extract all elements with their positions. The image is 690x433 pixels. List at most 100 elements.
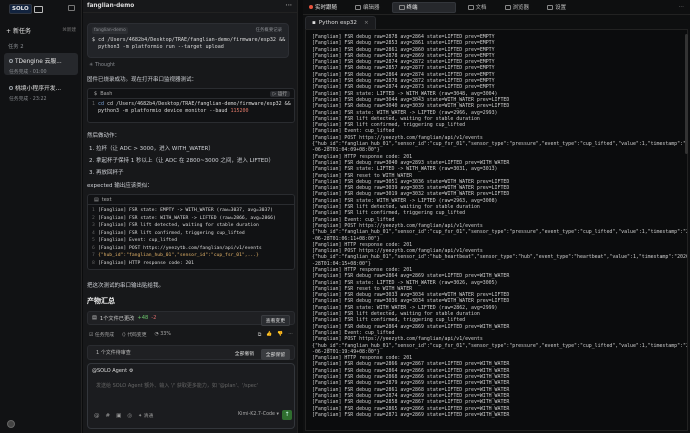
additions-count: +48 [137,315,149,321]
sidebar-toggle-icon[interactable] [68,5,75,11]
live-dot-icon [309,5,313,9]
brand-icon [33,5,43,13]
tab-terminal[interactable]: 终端 [391,1,456,13]
keep-all-button[interactable]: 全部保留 [260,349,290,360]
deletions-count: -2 [151,315,157,321]
plus-icon: + [6,27,13,35]
browser-icon [504,4,511,10]
tool-button[interactable]: ✦ 清通 [138,412,153,419]
message-command: $ cd /Users/4682b4/Desktop/TRAE/fanglian… [92,37,286,50]
tab-task-complete[interactable]: ☑ 任务完成 [89,331,114,338]
tab-live-follow[interactable]: 实时跟随 [303,2,343,13]
workspace-tabs: 实时跟随 编辑器 终端 文档 浏览器 设置 ⋯ [303,0,690,15]
tab-browser[interactable]: 浏览器 [499,2,536,13]
code-line: [Fanglian] POST https://yeezytb.com/fang… [98,245,262,251]
terminal-output[interactable]: [Fanglian] FSR debug raw=2878 avg=2864 s… [305,29,688,431]
task-item[interactable]: 桃境小程序开发... 任务完成 · 23:22 [4,80,78,102]
model-selector[interactable]: Kimi-K2.7-Code ▾ [238,412,279,417]
workspace-panel: 实时跟随 编辑器 终端 文档 浏览器 设置 ⋯ ▪ Python esp32 × [… [303,0,690,433]
task-title: TDengine 云服... [15,59,62,65]
docs-icon [467,4,474,10]
chat-panel: fanglian-demo ··· fanglian-demo 任务概要记录 $… [83,0,298,433]
discard-all-button[interactable]: 全部撤销 [231,349,258,358]
thumbs-up-icon[interactable]: 👍 [266,332,272,338]
message-tag: fanglian-demo [92,27,128,34]
code-line: [Fanglian] FSR lift detected, waiting fo… [98,223,259,228]
hash-icon[interactable]: # [106,413,111,419]
thumbs-down-icon[interactable]: 👎 [277,332,283,338]
pending-label: 1 个文件待审查 [96,350,131,356]
voice-icon[interactable]: ◎ [127,413,132,419]
task-section-title: 任务 2 [8,44,24,50]
chat-input-box[interactable]: @SOLO Agent ⚙ 发送给 SOLO Agent 额外、输入 '/' 获取… [87,363,295,429]
chat-header: fanglian-demo ··· [83,0,298,13]
list-item: 2. 拿起杯子保持 1 秒以上（让 ADC 在 2800~3000 之间，进入 … [89,158,274,164]
paragraph: expected 输出应该类似： [87,183,153,189]
thought-toggle[interactable]: ✳ Thought [89,63,115,68]
task-item[interactable]: TDengine 云服... 任务完成 · 01:00 [4,53,78,75]
code-line: [Fanglian] HTTP response code: 201 [98,260,194,266]
change-label: 1个文件已更改 [99,315,135,322]
task-status: 任务完成 · 23:22 [9,97,47,102]
brand: SOLO [9,3,43,15]
terminal-line: {"hub_id":"fanglian_hub_01","sensor_id":… [312,342,688,349]
chat-input-placeholder[interactable]: 发送给 SOLO Agent 额外、输入 '/' 获取更多能力，如 '@plan… [96,382,258,389]
tab-settings[interactable]: 设置 [541,2,572,13]
pending-review-bar: 1 个文件待审查 全部撤销 全部保留 [87,345,295,360]
terminal-scrollbar[interactable] [685,34,688,154]
chat-title: fanglian-demo [87,3,135,9]
code-baud: 115200 [230,108,249,114]
window-more-icon[interactable]: ⋯ [679,4,685,10]
copy-icon[interactable]: ⧉ [258,332,261,338]
new-task-shortcut: ⌘新建 [62,28,76,33]
user-message: fanglian-demo 任务概要记录 $ cd /Users/4682b4/… [87,23,289,58]
avatar[interactable] [7,420,15,428]
tab-editor[interactable]: 编辑器 [349,2,386,13]
summary-heading: 产物汇总 [87,297,115,305]
terminal-line: {"hub_id":"fanglian_hub_01","sensor_id":… [312,229,688,236]
paragraph: 然后做动作： [87,133,121,139]
task-title: 桃境小程序开发... [15,86,62,92]
file-icon: ▤ [94,196,99,203]
code-line: [Fanglian] Event: cup_lifted [98,238,178,243]
input-toolbar: @ # ▣ ◎ ✦ 清通 [94,412,153,420]
python-icon: ▪ [312,20,316,26]
terminal-icon: $ [94,90,98,97]
thought-label: Thought [95,63,115,68]
paragraph: 固件已烧录成功。现在打开串口监视器测试： [87,77,198,83]
file-icon: ▤ [92,315,97,321]
task-status: 任务完成 · 01:00 [9,70,47,75]
send-button[interactable]: ↑ [282,410,292,420]
new-task-label: 新任务 [12,27,31,35]
list-item: 1. 拉杯（让 ADC > 3000，进入 WITH_WATER） [89,146,214,152]
progress-percent: ◔ 33% [154,332,171,337]
task-status-icon [9,85,13,90]
more-icon[interactable]: ⋯ [288,332,293,338]
paragraph: 把这次测试的串口输出贴给我。 [87,283,165,289]
brand-logo: SOLO [9,4,32,14]
run-button[interactable]: ▷ 运行 [269,91,290,97]
view-changes-button[interactable]: 查看变更 [260,315,290,326]
sparkle-icon: ✳ [89,63,94,68]
settings-icon: ⚙ [129,368,134,374]
result-tabs: ☑ 任务完成 ⟨⟩ 代码变更 ◔ 33% ⧉ 👍 👎 ⋯ [89,331,293,339]
image-icon[interactable]: ▣ [116,413,121,419]
bash-code-block: $ Bash ▷ 运行 1 cd cd /Users/4682b4/Desktop/… [87,88,295,123]
new-task-button[interactable]: + 新任务 ⌘新建 [6,25,76,35]
more-icon[interactable]: ··· [285,3,292,9]
file-change-card[interactable]: ▤ 1个文件已更改 +48 -2 查看变更 [87,311,295,326]
code-line: python3 -m platformio device monitor --b… [98,108,231,114]
tab-code-changes[interactable]: ⟨⟩ 代码变更 [122,331,146,338]
close-icon[interactable]: × [364,20,369,26]
message-action[interactable]: 任务概要记录 [256,27,282,33]
gear-icon [547,4,554,10]
list-item: 3. 再放回杯子 [89,170,124,176]
tab-docs[interactable]: 文档 [462,2,493,13]
editor-icon [355,4,362,10]
terminal-icon [398,4,405,10]
code-line: cd /Users/4682b4/Desktop/TRAE/fanglian-d… [107,101,291,107]
terminal-line: [Fanglian] FSR debug raw=2871 avg=2869 s… [312,411,510,418]
agent-selector[interactable]: @SOLO Agent ⚙ [92,368,134,374]
mention-icon[interactable]: @ [94,413,100,419]
terminal-session-tab[interactable]: ▪ Python esp32 × [305,16,376,29]
